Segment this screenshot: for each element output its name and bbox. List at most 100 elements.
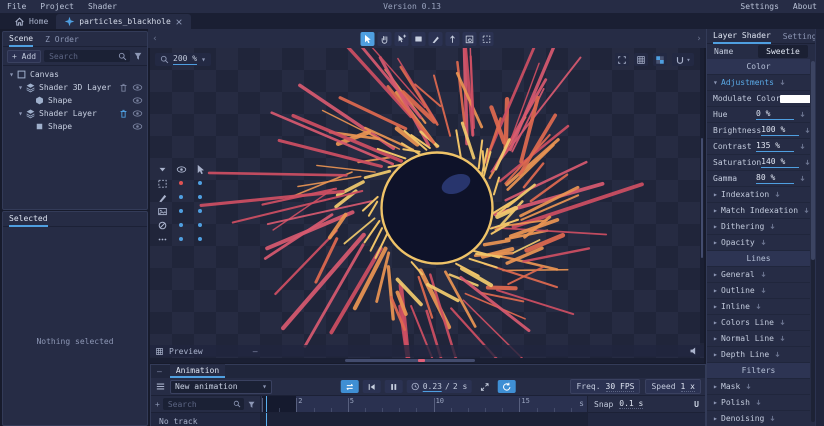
animate-icon[interactable] <box>778 334 787 343</box>
canvas-viewport[interactable]: 200 % ▾ ▾ Preview — <box>150 48 704 363</box>
toggle-dot[interactable] <box>194 177 206 189</box>
toggle-dot[interactable] <box>194 233 206 245</box>
visibility-icon[interactable] <box>132 82 143 93</box>
tool-hand[interactable] <box>378 32 392 46</box>
caret-right-icon[interactable]: ▸ <box>713 222 721 231</box>
inspector-row-gamma[interactable]: Gamma80 % <box>707 171 810 187</box>
animate-icon[interactable] <box>803 126 810 135</box>
caret-right-icon[interactable]: ▸ <box>713 270 721 279</box>
inspector-row-contrast[interactable]: Contrast135 % <box>707 139 810 155</box>
inspector-row-mask[interactable]: ▸Mask <box>707 379 810 395</box>
vscroll-thumb[interactable] <box>701 138 703 258</box>
caret-right-icon[interactable]: ▸ <box>713 382 721 391</box>
animate-icon[interactable] <box>802 206 810 215</box>
speaker-icon[interactable] <box>689 346 699 356</box>
inspector-row-inline[interactable]: ▸Inline <box>707 299 810 315</box>
canvas-hscrollbar[interactable] <box>150 358 704 363</box>
toggle-dot[interactable] <box>175 205 187 217</box>
name-value[interactable]: Sweetie <box>758 45 808 58</box>
caret-right-icon[interactable]: ▸ <box>713 206 721 215</box>
tab-selected[interactable]: Selected <box>9 211 48 227</box>
inspector-row-normal-line[interactable]: ▸Normal Line <box>707 331 810 347</box>
tree-row-shape[interactable]: Shape <box>3 94 147 107</box>
speed-value[interactable]: 1 x <box>681 382 695 392</box>
menu-settings[interactable]: Settings <box>733 2 786 11</box>
tool-arrow-up[interactable] <box>446 32 460 46</box>
trash-icon[interactable] <box>118 108 129 119</box>
inspector-row-denoising[interactable]: ▸Denoising <box>707 411 810 426</box>
canvas-tool-checker[interactable] <box>653 53 667 66</box>
animate-icon[interactable] <box>759 238 768 247</box>
animation-menu-icon[interactable] <box>155 381 166 392</box>
tab-scene[interactable]: Scene <box>9 31 33 47</box>
sync-button[interactable] <box>497 380 515 393</box>
playhead[interactable] <box>266 396 267 412</box>
value-field[interactable]: 100 % <box>761 125 799 136</box>
value-field[interactable]: 80 % <box>756 173 794 184</box>
canvas-tool-letter-u[interactable]: ▾ <box>672 53 694 66</box>
toggle-dot[interactable] <box>194 219 206 231</box>
tab-home[interactable]: Home <box>6 14 56 29</box>
pen-icon[interactable] <box>156 191 168 203</box>
inspector-row-hue[interactable]: Hue0 % <box>707 107 810 123</box>
freq-control[interactable]: Freq. 30 FPS <box>570 379 640 394</box>
caret-right-icon[interactable]: ▸ <box>713 318 721 327</box>
playhead-track[interactable] <box>266 413 267 426</box>
inspector-row-dithering[interactable]: ▸Dithering <box>707 219 810 235</box>
animate-icon[interactable] <box>759 286 768 295</box>
caret-right-icon[interactable]: ▸ <box>713 238 721 247</box>
inspector-row-adjustments[interactable]: ▾Adjustments <box>707 75 810 91</box>
pause-button[interactable] <box>385 380 403 393</box>
timeline-ruler[interactable]: 251015s <box>261 396 587 412</box>
toggle-dot[interactable] <box>175 233 187 245</box>
snap-value[interactable]: 0.1 s <box>619 399 643 409</box>
track-search[interactable] <box>163 398 244 410</box>
animate-icon[interactable] <box>803 158 810 167</box>
scene-search[interactable] <box>44 50 130 62</box>
animate-icon[interactable] <box>768 414 777 423</box>
marquee-icon[interactable] <box>156 177 168 189</box>
inspector-row-outline[interactable]: ▸Outline <box>707 283 810 299</box>
freq-value[interactable]: 30 FPS <box>606 382 635 392</box>
tab-z-order[interactable]: Z Order <box>45 32 79 46</box>
value-field[interactable]: 140 % <box>761 157 799 168</box>
image-icon[interactable] <box>156 205 168 217</box>
skip-start-button[interactable] <box>363 380 381 393</box>
inspector-row-match-indexation[interactable]: ▸Match Indexation <box>707 203 810 219</box>
animate-icon[interactable] <box>768 222 777 231</box>
tool-rect[interactable] <box>412 32 426 46</box>
tool-pen[interactable] <box>429 32 443 46</box>
visibility-icon[interactable] <box>132 95 143 106</box>
caret-right-icon[interactable]: ▸ <box>713 302 721 311</box>
eye-icon[interactable] <box>175 163 187 175</box>
toolbar-left-arrow[interactable]: ‹ <box>148 34 162 44</box>
add-track-icon[interactable]: + <box>155 400 160 409</box>
tree-caret-icon[interactable]: ▾ <box>16 83 25 92</box>
time-current[interactable]: 0.23 <box>423 382 442 392</box>
inspector-row-saturation[interactable]: Saturation140 % <box>707 155 810 171</box>
toggle-dot[interactable] <box>194 205 206 217</box>
timeline-collapse-icon[interactable]: — <box>157 367 162 378</box>
tool-marquee[interactable] <box>480 32 494 46</box>
animate-icon[interactable] <box>798 110 807 119</box>
caret-right-icon[interactable]: ▸ <box>713 350 721 359</box>
inspector-row-indexation[interactable]: ▸Indexation <box>707 187 810 203</box>
canvas-tool-fit[interactable] <box>615 53 629 66</box>
caret-down-icon[interactable]: ▾ <box>713 78 721 87</box>
mask-icon[interactable] <box>156 219 168 231</box>
inspector-row-opacity[interactable]: ▸Opacity <box>707 235 810 251</box>
animate-icon[interactable] <box>773 350 782 359</box>
tree-row-shape[interactable]: Shape <box>3 120 147 133</box>
animate-icon[interactable] <box>778 78 787 87</box>
animate-icon[interactable] <box>798 142 807 151</box>
caret-right-icon[interactable]: ▸ <box>713 398 721 407</box>
inspector-row-polish[interactable]: ▸Polish <box>707 395 810 411</box>
value-field[interactable]: 135 % <box>756 141 794 152</box>
scene-search-input[interactable] <box>47 51 118 62</box>
hscroll-thumb[interactable] <box>345 359 475 362</box>
track-search-input[interactable] <box>166 399 233 410</box>
inspector-row-general[interactable]: ▸General <box>707 267 810 283</box>
expand-button[interactable] <box>475 380 493 393</box>
tree-row-shader-3d-layer[interactable]: ▾Shader 3D Layer <box>3 81 147 94</box>
animate-icon[interactable] <box>744 382 753 391</box>
